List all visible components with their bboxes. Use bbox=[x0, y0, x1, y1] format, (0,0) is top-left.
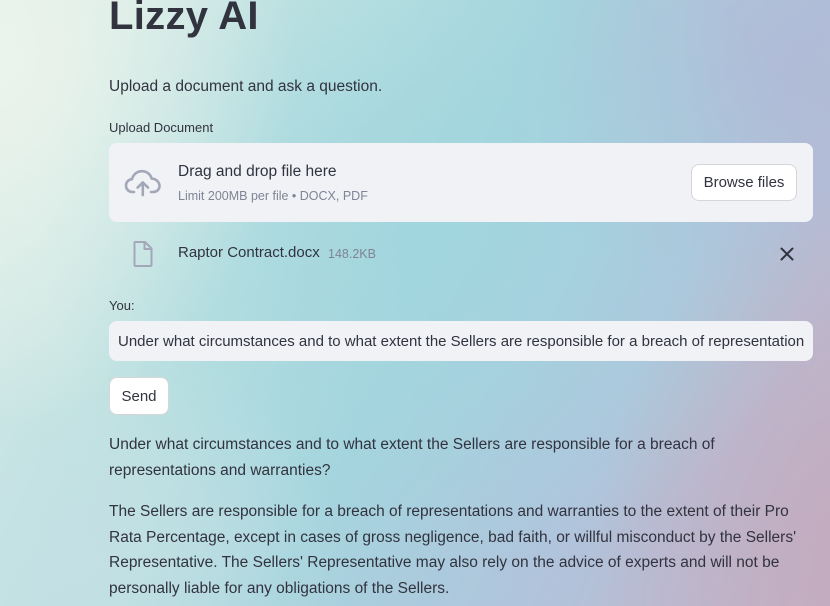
page-subtitle: Upload a document and ask a question. bbox=[109, 78, 383, 95]
page-title: Lizzy AI bbox=[109, 0, 259, 38]
uploaded-file-name: Raptor Contract.docx bbox=[178, 244, 320, 261]
file-icon bbox=[133, 241, 153, 267]
file-dropzone[interactable]: Drag and drop file here Limit 200MB per … bbox=[109, 143, 813, 222]
dropzone-limit-text: Limit 200MB per file • DOCX, PDF bbox=[178, 189, 368, 203]
uploaded-file-row: Raptor Contract.docx 148.2KB bbox=[109, 236, 813, 272]
cloud-upload-icon bbox=[124, 169, 161, 197]
close-icon[interactable] bbox=[778, 245, 796, 263]
question-input[interactable] bbox=[109, 321, 813, 361]
question-input-label: You: bbox=[109, 298, 135, 313]
dropzone-title: Drag and drop file here bbox=[178, 163, 337, 180]
uploaded-file-size: 148.2KB bbox=[328, 247, 376, 261]
chat-question-text: Under what circumstances and to what ext… bbox=[109, 436, 715, 479]
chat-answer-text: The Sellers are responsible for a breach… bbox=[109, 503, 797, 597]
send-button[interactable]: Send bbox=[109, 377, 169, 415]
upload-label: Upload Document bbox=[109, 120, 214, 135]
browse-files-button[interactable]: Browse files bbox=[691, 164, 797, 201]
